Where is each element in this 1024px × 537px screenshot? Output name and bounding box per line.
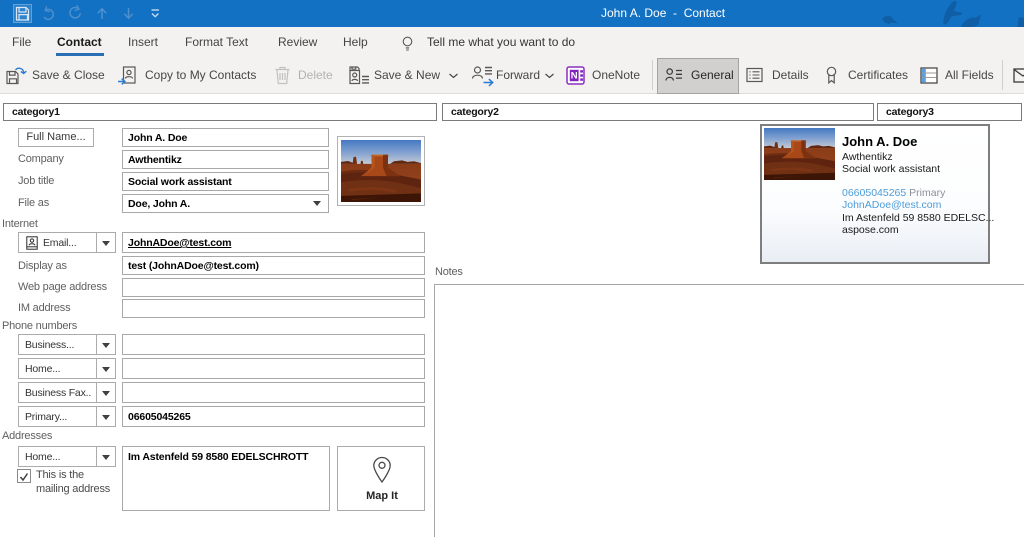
svg-text:N: N	[571, 71, 578, 82]
